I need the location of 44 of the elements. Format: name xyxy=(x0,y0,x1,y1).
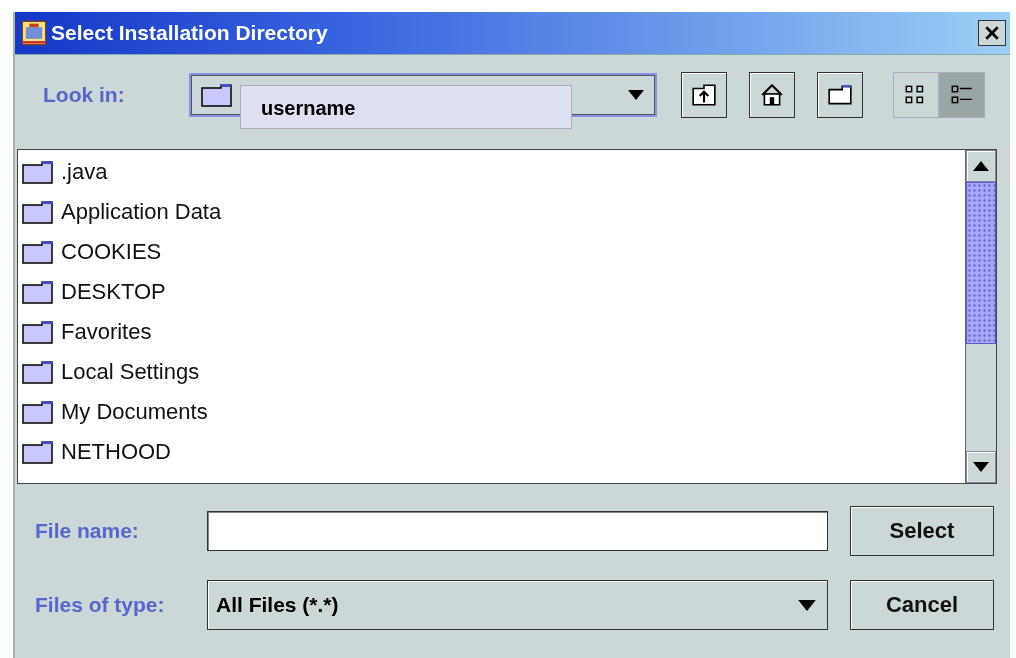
close-button[interactable] xyxy=(978,20,1006,46)
file-name-label: File name: xyxy=(35,519,140,543)
scroll-up-button[interactable] xyxy=(966,150,996,182)
cancel-button[interactable]: Cancel xyxy=(850,580,994,630)
installer-icon xyxy=(19,19,49,47)
scrollbar[interactable] xyxy=(965,150,996,483)
folder-name[interactable]: Application Data xyxy=(61,199,222,225)
folder-name[interactable]: My Documents xyxy=(61,399,208,425)
caret-icon xyxy=(797,599,817,611)
up-arrow-icon xyxy=(973,161,989,171)
folder-icon xyxy=(22,440,54,464)
folder-name[interactable]: NETHOOD xyxy=(61,439,171,465)
window-title: Select Installation Directory xyxy=(51,21,329,45)
folder-button[interactable] xyxy=(817,72,863,118)
home-icon xyxy=(759,82,785,108)
caret-icon xyxy=(627,90,645,100)
folder-icon xyxy=(22,240,54,264)
scroll-down-button[interactable] xyxy=(966,451,996,483)
folder-name[interactable]: Local Settings xyxy=(61,359,200,385)
home-button[interactable] xyxy=(749,72,795,118)
folder-up-icon xyxy=(691,82,717,108)
look-in-label: Look in: xyxy=(43,83,126,107)
folder-icon xyxy=(22,280,54,304)
file-name-field[interactable] xyxy=(207,511,828,551)
details-view-button[interactable] xyxy=(939,72,985,118)
folder-icon xyxy=(22,200,54,224)
files-of-type-dropdown[interactable]: All Files (*.*) xyxy=(207,580,828,630)
folder-icon xyxy=(22,360,54,384)
down-arrow-icon xyxy=(973,462,989,472)
scroll-thumb[interactable] xyxy=(966,182,996,344)
folder-icon xyxy=(201,83,233,107)
select-button[interactable]: Select xyxy=(850,506,994,556)
folder-name[interactable]: COOKIES xyxy=(61,239,162,265)
folder-icon xyxy=(22,320,54,344)
path-tooltip: username xyxy=(240,85,572,129)
folder-name[interactable]: .java xyxy=(61,159,108,185)
folder-name[interactable]: Favorites xyxy=(61,319,152,345)
folder-up-button[interactable] xyxy=(681,72,727,118)
folder-name[interactable]: DESKTOP xyxy=(61,279,166,305)
folder-icon xyxy=(22,160,54,184)
list-view-button[interactable] xyxy=(893,72,939,118)
close-icon xyxy=(984,25,1000,41)
files-of-type-label: Files of type: xyxy=(35,593,166,617)
folder-icon xyxy=(22,400,54,424)
